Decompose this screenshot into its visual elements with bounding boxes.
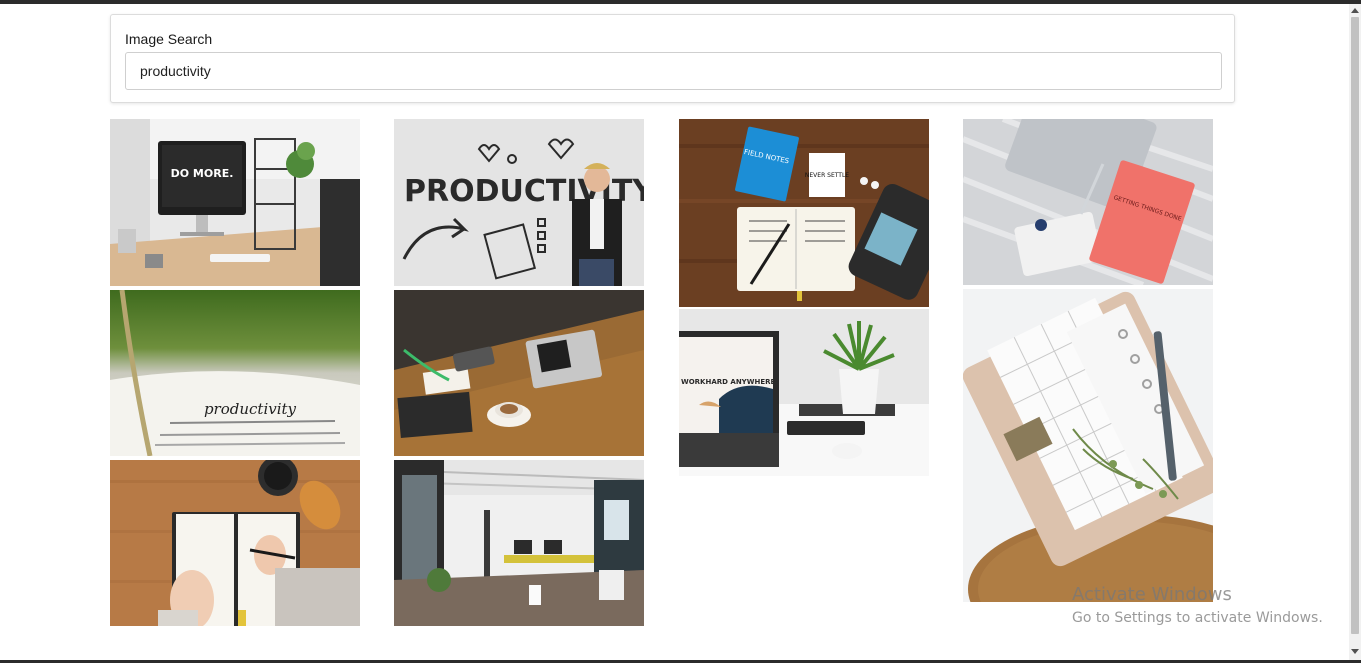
- cafe-photo: [394, 290, 644, 456]
- watermark-subtitle: Go to Settings to activate Windows.: [1072, 610, 1323, 626]
- scrollbar-thumb[interactable]: [1351, 17, 1359, 634]
- whiteboard-photo: PRODUCTIVITY: [394, 119, 644, 286]
- scroll-down-arrow-icon[interactable]: [1351, 649, 1359, 654]
- image-tile-desktop[interactable]: DO MORE.: [110, 119, 360, 286]
- image-tile-notebooks[interactable]: FIELD NOTES NEVER SETTLE: [679, 119, 929, 307]
- journal-photo: [110, 460, 360, 626]
- search-label: Image Search: [125, 31, 213, 47]
- book-text: productivity: [204, 400, 297, 418]
- office-photo: [394, 460, 644, 626]
- planner-photo: [963, 289, 1213, 602]
- search-card: Image Search: [110, 14, 1235, 103]
- laptop-plant-photo: WORKHARD ANYWHERE: [679, 309, 929, 476]
- image-tile-office[interactable]: [394, 460, 644, 626]
- image-tile-cafe[interactable]: [394, 290, 644, 456]
- image-tile-book[interactable]: productivity: [110, 290, 360, 456]
- scroll-up-arrow-icon[interactable]: [1351, 8, 1359, 13]
- search-input[interactable]: [125, 52, 1222, 90]
- desktop-photo: DO MORE.: [110, 119, 360, 286]
- notebooks-photo: FIELD NOTES NEVER SETTLE: [679, 119, 929, 307]
- image-tile-laptop-plant[interactable]: WORKHARD ANYWHERE: [679, 309, 929, 476]
- screen-text-2: WORKHARD ANYWHERE: [681, 378, 775, 386]
- image-tile-planner[interactable]: [963, 289, 1213, 602]
- image-tile-journal[interactable]: [110, 460, 360, 626]
- image-tile-red-book[interactable]: GETTING THINGS DONE: [963, 119, 1213, 285]
- book-photo: productivity: [110, 290, 360, 456]
- browser-top-border: [0, 0, 1361, 4]
- image-tile-whiteboard[interactable]: PRODUCTIVITY: [394, 119, 644, 286]
- screen-text-1: DO MORE.: [171, 167, 234, 180]
- red-book-photo: GETTING THINGS DONE: [963, 119, 1213, 285]
- card-text: NEVER SETTLE: [805, 172, 849, 179]
